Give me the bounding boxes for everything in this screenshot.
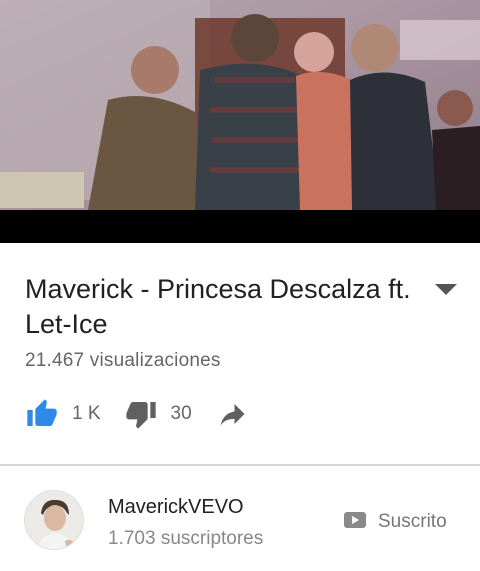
share-icon[interactable] (214, 396, 250, 432)
channel-name[interactable]: MaverickVEVO (108, 496, 244, 519)
section-divider (0, 464, 480, 466)
subscribe-label: Suscrito (378, 511, 447, 532)
view-count: 21.467 visualizaciones (25, 350, 221, 371)
dislike-count: 30 (170, 403, 192, 424)
video-watch-screen: Maverick - Princesa Descalza ft. Let-Ice… (0, 0, 480, 571)
subscribe-button[interactable]: Suscrito (344, 508, 447, 536)
thumbs-up-icon[interactable] (24, 396, 60, 432)
thumbs-down-icon[interactable] (123, 396, 159, 432)
youtube-play-icon (344, 511, 366, 533)
video-player[interactable] (0, 0, 480, 243)
channel-avatar[interactable] (24, 490, 84, 550)
subscriber-count: 1.703 suscriptores (108, 528, 264, 549)
like-action: 1 K (24, 396, 101, 432)
video-actions: 1 K 30 (24, 395, 250, 433)
like-count: 1 K (72, 403, 101, 424)
dislike-action: 30 (101, 396, 192, 432)
video-frame-image (0, 0, 480, 243)
video-title: Maverick - Princesa Descalza ft. Let-Ice (25, 274, 411, 339)
chevron-down-icon[interactable] (432, 280, 460, 300)
